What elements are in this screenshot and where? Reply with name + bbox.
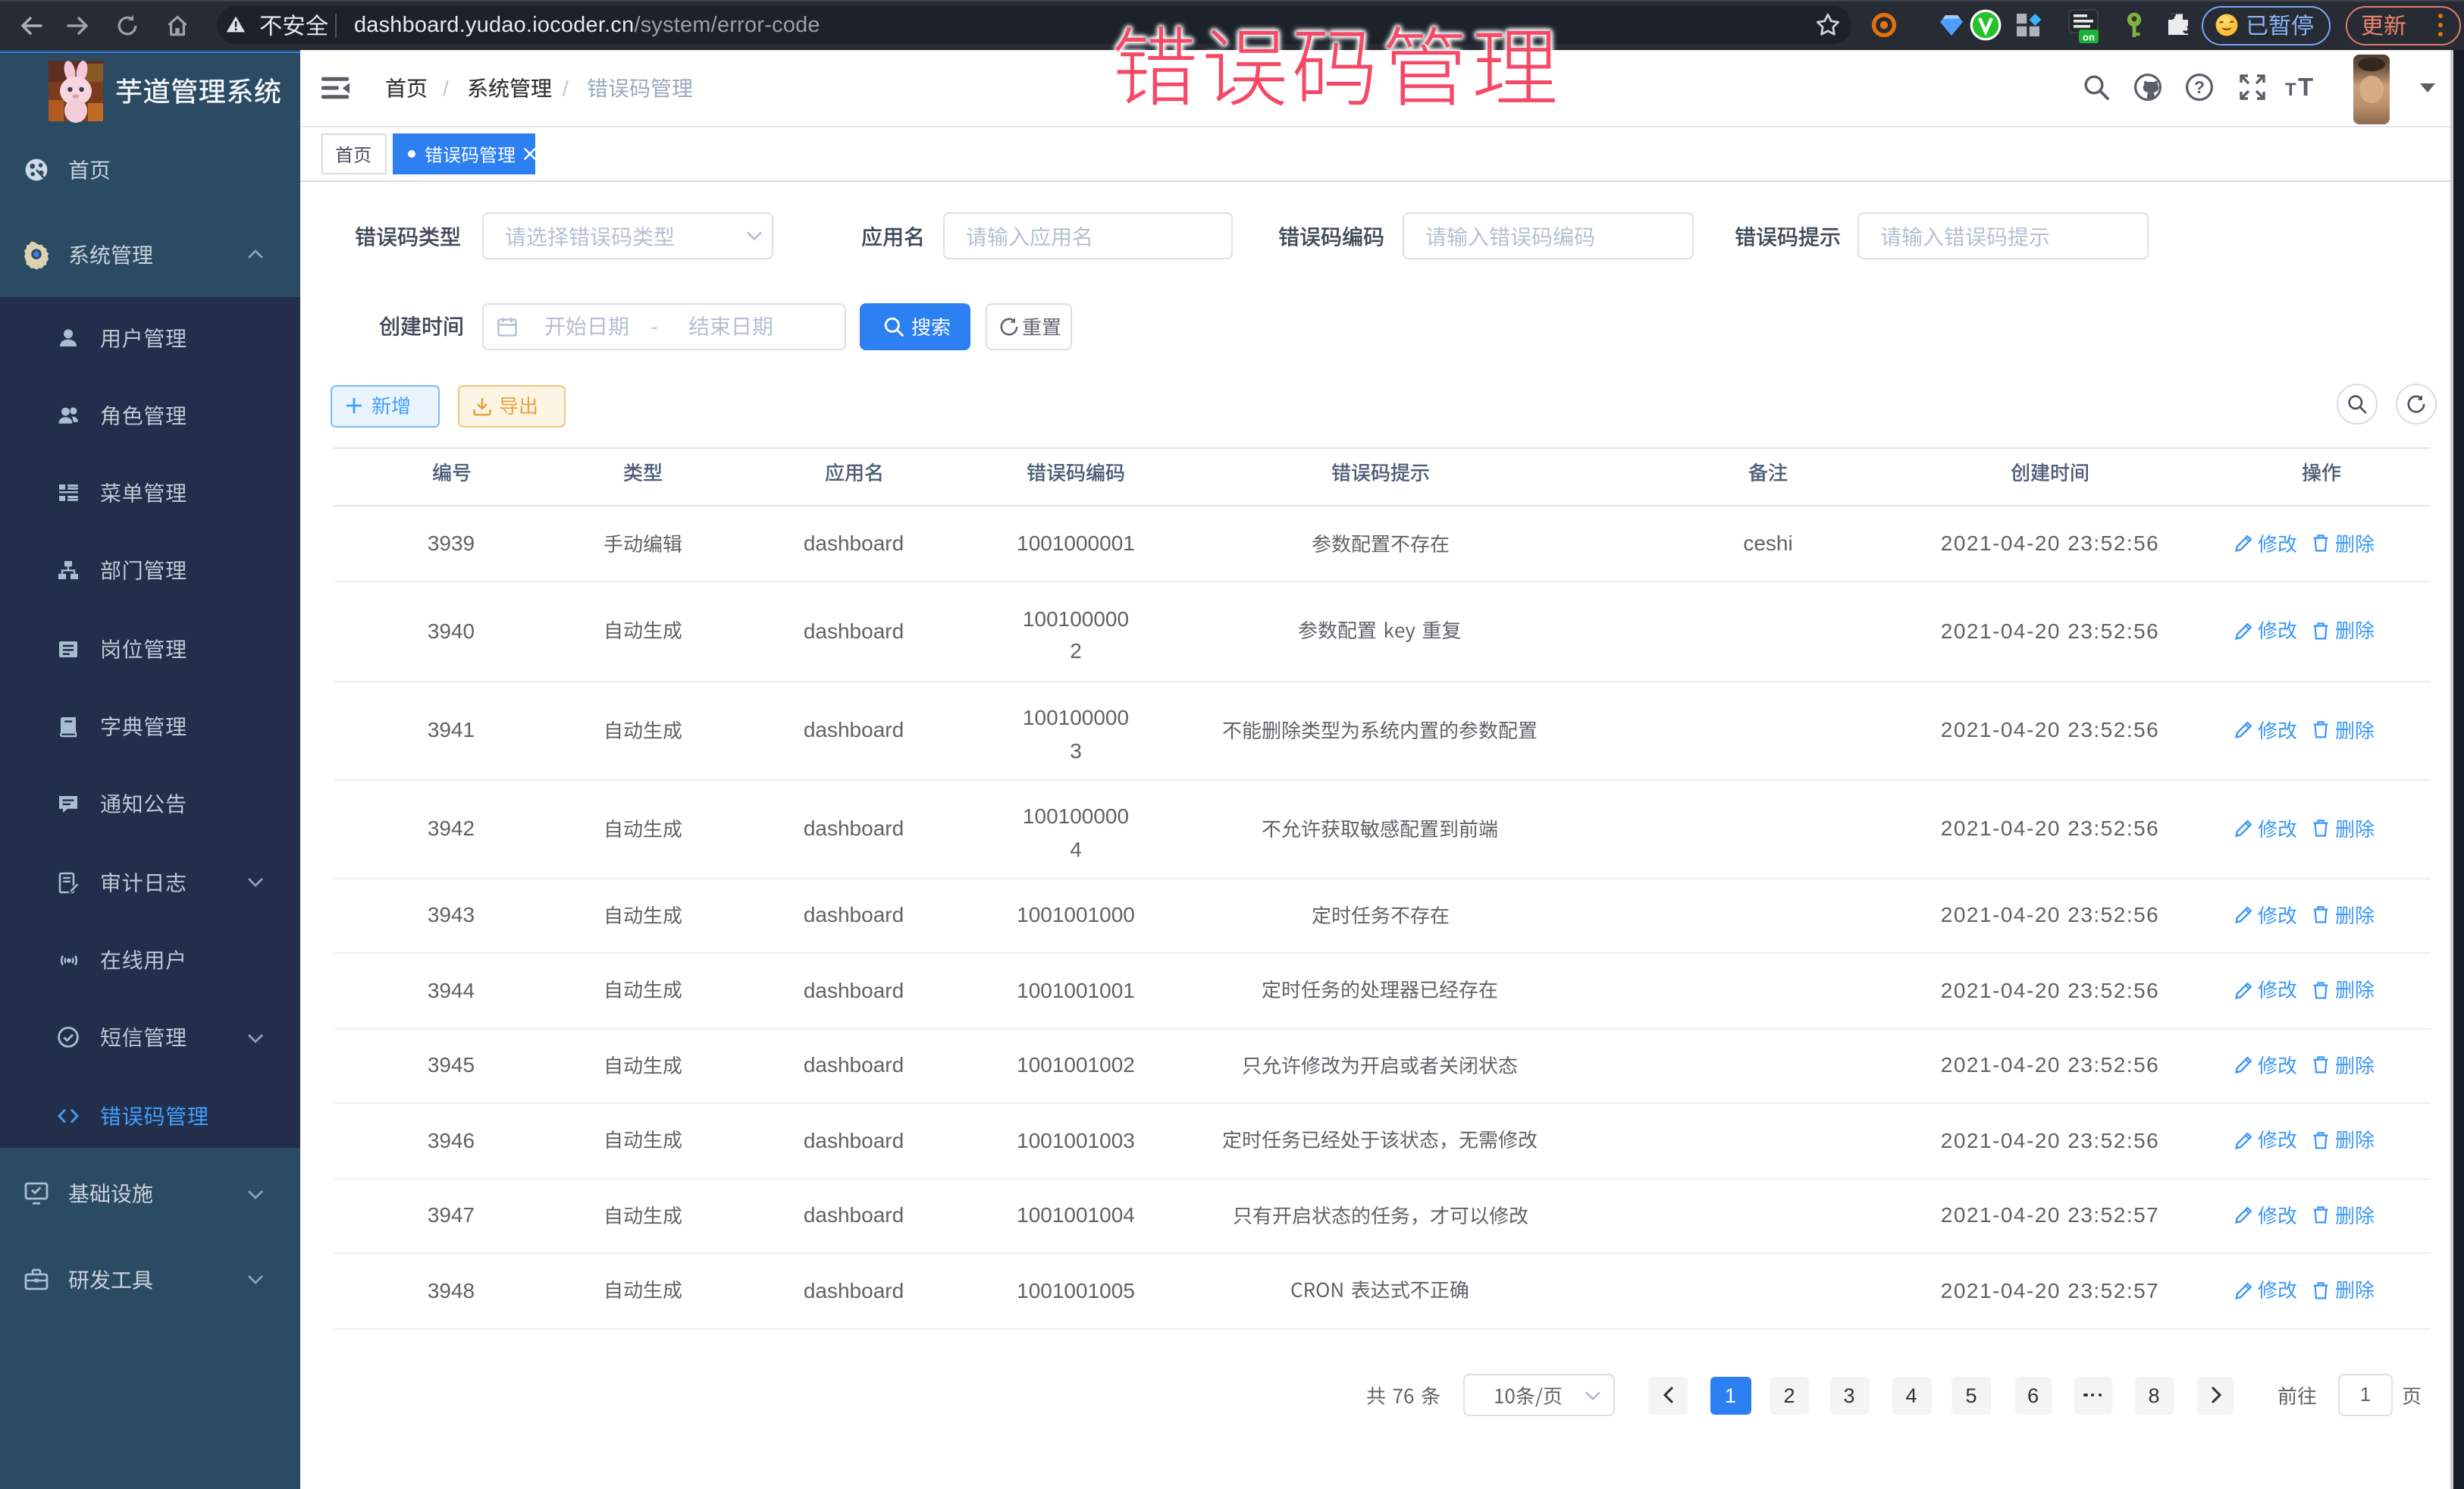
svg-text:T: T [2285, 80, 2296, 100]
svg-text:on: on [2083, 31, 2095, 42]
svg-text:T: T [2298, 73, 2313, 101]
svg-text:?: ? [2194, 77, 2205, 97]
